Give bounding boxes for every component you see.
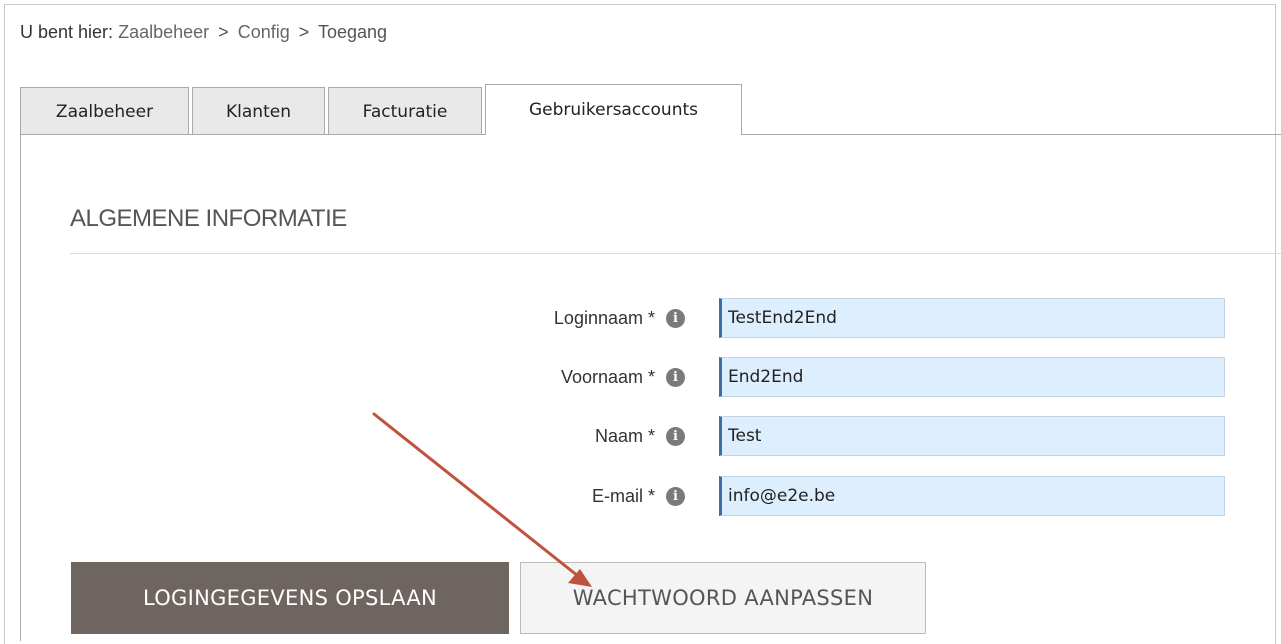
- form-row-naam: Naam * i: [0, 416, 1281, 456]
- loginnaam-input[interactable]: [719, 298, 1225, 338]
- tab-klanten[interactable]: Klanten: [192, 87, 325, 135]
- tab-gebruikersaccounts[interactable]: Gebruikersaccounts: [485, 84, 742, 135]
- tab-facturatie[interactable]: Facturatie: [328, 87, 482, 135]
- breadcrumb-separator: >: [218, 22, 229, 42]
- tab-bar: Zaalbeheer Klanten Facturatie Gebruikers…: [20, 84, 745, 135]
- change-password-button[interactable]: WACHTWOORD AANPASSEN: [520, 562, 926, 634]
- save-login-button[interactable]: LOGINGEGEVENS OPSLAAN: [71, 562, 509, 634]
- form-row-voornaam: Voornaam * i: [0, 357, 1281, 397]
- info-icon[interactable]: i: [666, 309, 685, 328]
- breadcrumb-separator: >: [298, 22, 310, 42]
- form-row-email: E-mail * i: [0, 476, 1281, 516]
- email-label: E-mail *: [591, 486, 655, 506]
- voornaam-input[interactable]: [719, 357, 1225, 397]
- info-icon[interactable]: i: [666, 487, 685, 506]
- naam-label: Naam *: [594, 426, 655, 446]
- loginnaam-label: Loginnaam *: [553, 308, 655, 328]
- section-divider: [70, 253, 1281, 254]
- info-icon[interactable]: i: [666, 427, 685, 446]
- breadcrumb-prefix: U bent hier:: [20, 22, 114, 42]
- breadcrumb-item-zaalbeheer[interactable]: Zaalbeheer: [118, 22, 209, 42]
- section-title: ALGEMENE INFORMATIE: [70, 205, 347, 232]
- tab-zaalbeheer[interactable]: Zaalbeheer: [20, 87, 189, 135]
- breadcrumb: U bent hier: Zaalbeheer > Config > Toega…: [20, 22, 387, 43]
- email-input[interactable]: [719, 476, 1225, 516]
- form-row-loginnaam: Loginnaam * i: [0, 298, 1281, 338]
- naam-input[interactable]: [719, 416, 1225, 456]
- breadcrumb-item-config[interactable]: Config: [238, 22, 290, 42]
- voornaam-label: Voornaam *: [560, 367, 655, 387]
- breadcrumb-item-toegang: Toegang: [317, 22, 388, 42]
- info-icon[interactable]: i: [666, 368, 685, 387]
